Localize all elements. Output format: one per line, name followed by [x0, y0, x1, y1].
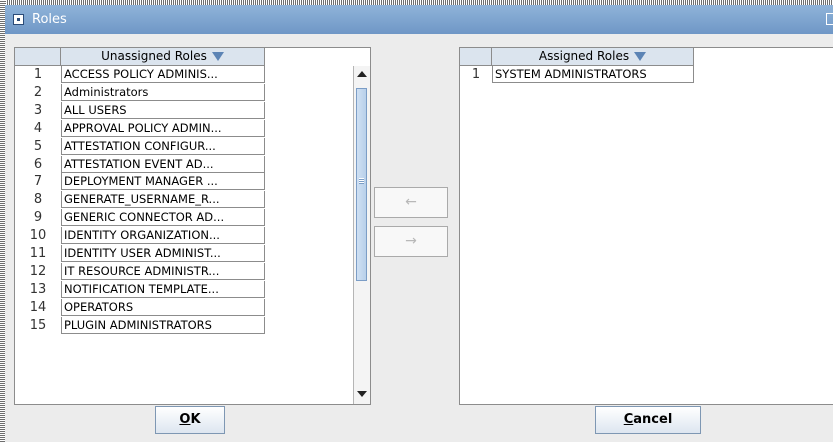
table-row[interactable]: 11 IDENTITY USER ADMINIST...	[15, 245, 370, 262]
role-name-cell[interactable]: ATTESTATION CONFIGUR...	[61, 137, 265, 155]
maximize-icon[interactable]	[826, 13, 833, 25]
role-name-cell[interactable]: GENERATE_USERNAME_R...	[61, 191, 265, 209]
scroll-down-arrow-icon[interactable]	[354, 386, 370, 402]
unassigned-roles-header[interactable]: Unassigned Roles	[61, 48, 265, 66]
row-number: 14	[29, 299, 47, 315]
role-name-cell[interactable]: APPROVAL POLICY ADMIN...	[61, 119, 265, 137]
role-name-cell[interactable]: DEPLOYMENT MANAGER ...	[61, 173, 265, 191]
row-number: 13	[29, 281, 47, 297]
row-number: 4	[33, 120, 43, 136]
sort-descending-icon	[211, 52, 224, 61]
window-title: Roles	[32, 12, 67, 27]
role-name-cell[interactable]: NOTIFICATION TEMPLATE...	[61, 280, 265, 298]
scroll-thumb[interactable]	[356, 88, 367, 281]
role-name-cell[interactable]: ACCESS POLICY ADMINIS...	[61, 66, 265, 83]
table-row[interactable]: 8 GENERATE_USERNAME_R...	[15, 191, 370, 209]
scroll-up-arrow-icon[interactable]	[354, 66, 370, 82]
cancel-button[interactable]: Cancel	[595, 406, 701, 434]
right-arrow-icon: →	[405, 233, 417, 249]
left-arrow-icon: ←	[405, 194, 417, 210]
row-number: 12	[29, 263, 47, 279]
role-name-cell[interactable]: Administrators	[61, 83, 265, 101]
table-row[interactable]: 1 ACCESS POLICY ADMINIS...	[15, 66, 370, 83]
row-number-header	[15, 48, 61, 66]
row-number: 3	[33, 102, 43, 118]
table-row[interactable]: 9 GENERIC CONNECTOR AD...	[15, 209, 370, 227]
move-left-button[interactable]: ←	[374, 187, 448, 218]
scroll-grip-icon	[359, 178, 364, 184]
role-name-cell[interactable]: PLUGIN ADMINISTRATORS	[61, 316, 265, 334]
table-row[interactable]: 3 ALL USERS	[15, 101, 370, 119]
sort-descending-icon	[634, 52, 647, 61]
table-row[interactable]: 2 Administrators	[15, 83, 370, 101]
row-number: 5	[33, 138, 43, 154]
ok-button[interactable]: OK	[155, 406, 225, 434]
row-number: 11	[29, 246, 47, 261]
table-row[interactable]: 10 IDENTITY ORGANIZATION...	[15, 227, 370, 245]
role-name-cell[interactable]: ATTESTATION EVENT AD...	[61, 155, 265, 173]
row-number: 1	[33, 67, 43, 82]
table-row[interactable]: 6 ATTESTATION EVENT AD...	[15, 155, 370, 173]
row-number: 8	[33, 192, 43, 208]
role-name-cell[interactable]: IT RESOURCE ADMINISTR...	[61, 262, 265, 280]
role-name-cell[interactable]: ALL USERS	[61, 101, 265, 119]
role-name-cell[interactable]: IDENTITY USER ADMINIST...	[61, 245, 265, 262]
role-name-cell[interactable]: OPERATORS	[61, 298, 265, 316]
row-number: 1	[471, 67, 481, 82]
table-row[interactable]: 7 DEPLOYMENT MANAGER ...	[15, 173, 370, 191]
table-row[interactable]: 12 IT RESOURCE ADMINISTR...	[15, 262, 370, 280]
ok-button-label: OK	[179, 412, 201, 427]
dialog-content: Unassigned Roles 1 ACCESS POLICY ADMINIS.…	[5, 34, 833, 442]
table-row[interactable]: 13 NOTIFICATION TEMPLATE...	[15, 280, 370, 298]
role-name-cell[interactable]: GENERIC CONNECTOR AD...	[61, 209, 265, 227]
row-number: 2	[33, 84, 43, 100]
table-row[interactable]: 15 PLUGIN ADMINISTRATORS	[15, 316, 370, 334]
table-row[interactable]: 1 SYSTEM ADMINISTRATORS	[460, 66, 833, 83]
row-number: 9	[33, 210, 43, 226]
row-number: 15	[29, 317, 47, 333]
row-number: 10	[29, 228, 47, 244]
row-number: 7	[33, 174, 43, 190]
unassigned-roles-header-label: Unassigned Roles	[101, 49, 207, 63]
vertical-scrollbar[interactable]	[353, 66, 370, 404]
role-name-cell[interactable]: IDENTITY ORGANIZATION...	[61, 227, 265, 245]
roles-dialog: Roles Unassigned Roles 1 ACCESS POLICY AD…	[0, 0, 833, 442]
row-number: 6	[33, 156, 43, 172]
move-right-button[interactable]: →	[374, 226, 448, 257]
cancel-button-label: Cancel	[623, 412, 673, 427]
table-row[interactable]: 5 ATTESTATION CONFIGUR...	[15, 137, 370, 155]
assigned-roles-header[interactable]: Assigned Roles	[492, 48, 694, 66]
table-row[interactable]: 4 APPROVAL POLICY ADMIN...	[15, 119, 370, 137]
assigned-roles-table[interactable]: Assigned Roles 1 SYSTEM ADMINISTRATORS	[459, 47, 833, 405]
role-name-cell[interactable]: SYSTEM ADMINISTRATORS	[492, 66, 694, 83]
row-number-header	[460, 48, 492, 66]
title-bar[interactable]: Roles	[5, 5, 833, 34]
assigned-roles-header-label: Assigned Roles	[538, 49, 630, 63]
table-row[interactable]: 14 OPERATORS	[15, 298, 370, 316]
unassigned-roles-table[interactable]: Unassigned Roles 1 ACCESS POLICY ADMINIS.…	[14, 47, 371, 405]
window-menu-icon[interactable]	[13, 14, 24, 25]
